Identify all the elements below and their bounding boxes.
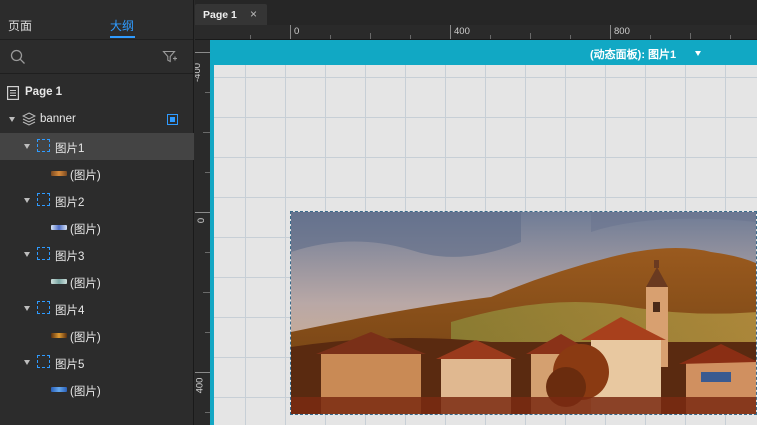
outline-panel: 页面 大纲 Page 1 banner 图片1 (图片) 图片2 (图片) 图片… [0,0,194,425]
dynamic-panel-badge-icon[interactable] [167,114,178,125]
dynamic-panel-state-selector[interactable]: (动态面板): 图片1 [590,46,676,62]
tree-item-label: 图片3 [55,251,85,263]
tree-child-row[interactable]: (图片) [0,376,194,403]
expand-arrow-icon[interactable] [24,144,30,149]
tree-item-label: 图片1 [55,143,85,155]
tree-page-row[interactable]: Page 1 [0,79,194,106]
tree-item-row[interactable]: 图片5 [0,349,194,376]
tree-item-label: 图片4 [55,305,85,317]
tree-child-row[interactable]: (图片) [0,268,194,295]
filter-icon[interactable] [162,49,178,65]
tree-item-row[interactable]: 图片2 [0,187,194,214]
tab-pages[interactable]: 页面 [8,17,32,34]
tree-child-row[interactable]: (图片) [0,214,194,241]
close-icon[interactable]: × [250,7,257,21]
ruler-label: 800 [614,26,630,37]
tree-item-label: 图片2 [55,197,85,209]
panel-state-icon [37,139,50,152]
image-thumbnail-icon [51,279,67,284]
tree-item-row[interactable]: 图片3 [0,241,194,268]
ruler-ticks [250,25,731,39]
ruler-label: 0 [294,26,300,37]
search-icon[interactable] [10,49,26,65]
dynamic-panel-edge [210,40,214,425]
tree-child-label: (图片) [70,278,101,290]
panel-state-icon [37,301,50,314]
tree-page-label: Page 1 [25,86,63,98]
expand-arrow-icon[interactable] [24,306,30,311]
panel-state-icon [37,247,50,260]
page-icon [7,86,19,100]
dynamic-panel-header[interactable]: (动态面板): 图片1 [210,40,757,65]
tree-child-label: (图片) [70,386,101,398]
tab-page-1[interactable]: Page 1 × [195,4,267,25]
tree-item-label: 图片5 [55,359,85,371]
tree-group-label: banner [40,113,76,125]
ruler-label: 0 [196,217,208,224]
tree-child-label: (图片) [70,224,101,236]
tree-child-label: (图片) [70,170,101,182]
active-tab-indicator [110,36,135,38]
outline-search-bar [0,40,193,74]
expand-arrow-icon[interactable] [24,360,30,365]
village-landscape-image [291,212,756,414]
ruler-ticks [195,52,210,413]
expand-arrow-icon[interactable] [9,117,15,122]
ruler-label: 400 [454,26,470,37]
banner-image[interactable] [290,211,757,415]
image-thumbnail-icon [51,387,67,392]
editor-tab-bar: Page 1 × [195,0,757,25]
horizontal-ruler[interactable]: 0 400 800 [195,25,757,40]
panel-state-icon [37,193,50,206]
image-thumbnail-icon [51,171,67,176]
vertical-ruler[interactable]: -400 0 400 [195,40,210,425]
panel-tabs: 页面 大纲 [0,0,193,40]
tree-group-row[interactable]: banner [0,106,194,133]
tree-child-row[interactable]: (图片) [0,160,194,187]
expand-arrow-icon[interactable] [24,252,30,257]
image-thumbnail-icon [51,333,67,338]
tab-label: Page 1 [203,9,237,21]
layers-icon [22,112,36,126]
ruler-label: 400 [195,377,206,394]
tree-item-row[interactable]: 图片4 [0,295,194,322]
tree-child-label: (图片) [70,332,101,344]
ruler-label: -400 [195,62,204,83]
tab-outline[interactable]: 大纲 [110,17,134,34]
image-thumbnail-icon [51,225,67,230]
expand-arrow-icon[interactable] [24,198,30,203]
tree-item-row[interactable]: 图片1 [0,133,194,160]
panel-state-icon [37,355,50,368]
chevron-down-icon[interactable] [695,51,701,56]
tree-child-row[interactable]: (图片) [0,322,194,349]
